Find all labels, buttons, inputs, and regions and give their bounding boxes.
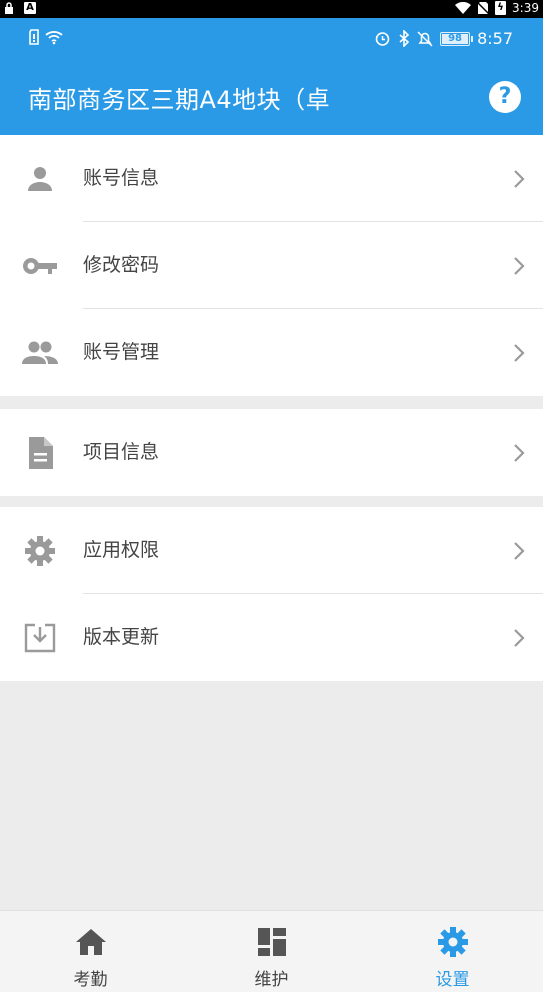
chevron-right-icon	[514, 170, 525, 188]
system-status-bar: A ϟ 3:39	[0, 0, 543, 18]
gear-icon	[436, 925, 470, 959]
sim-off-icon	[477, 1, 490, 15]
notification-a-icon: A	[24, 2, 36, 14]
chevron-right-icon	[514, 542, 525, 560]
row-label: 版本更新	[83, 626, 160, 648]
key-icon	[22, 250, 58, 282]
wifi-icon	[455, 2, 472, 14]
row-project-info[interactable]: 项目信息	[0, 409, 543, 496]
tab-settings[interactable]: 设置	[362, 911, 543, 992]
tab-attendance[interactable]: 考勤	[0, 911, 181, 992]
alarm-icon	[375, 32, 390, 46]
tab-label: 维护	[254, 970, 289, 990]
dashboard-icon	[255, 925, 289, 959]
home-icon	[74, 925, 108, 959]
bluetooth-icon	[399, 30, 410, 47]
row-app-permissions[interactable]: 应用权限	[0, 507, 543, 594]
battery-icon: 98	[440, 31, 474, 46]
tab-label: 设置	[435, 970, 470, 990]
tab-maintenance[interactable]: 维护	[181, 911, 362, 992]
settings-group-app: 应用权限 版本更新	[0, 507, 543, 681]
row-label: 项目信息	[83, 441, 160, 463]
row-label: 账号信息	[83, 167, 160, 189]
tab-label: 考勤	[73, 970, 108, 990]
help-button[interactable]: ?	[489, 81, 521, 113]
page-title: 南部商务区三期A4地块（卓	[28, 86, 331, 114]
lock-icon	[5, 2, 13, 14]
row-version-update[interactable]: 版本更新	[0, 594, 543, 681]
row-label: 应用权限	[83, 539, 160, 561]
bell-off-icon	[417, 31, 433, 47]
document-icon	[22, 437, 58, 469]
row-label: 账号管理	[83, 341, 160, 363]
sim-icon	[29, 29, 39, 45]
download-icon	[22, 622, 58, 654]
wifi-icon	[45, 31, 63, 45]
inner-status-bar: 98 8:57	[0, 18, 543, 58]
settings-group-account: 账号信息 修改密码 账号管理	[0, 135, 543, 396]
row-account-management[interactable]: 账号管理	[0, 309, 543, 396]
row-label: 修改密码	[83, 254, 160, 276]
status-time: 8:57	[477, 29, 513, 48]
app-header: 98 8:57 南部商务区三期A4地块（卓 ?	[0, 18, 543, 135]
chevron-right-icon	[514, 344, 525, 362]
person-icon	[22, 163, 58, 195]
row-change-password[interactable]: 修改密码	[0, 222, 543, 309]
chevron-right-icon	[514, 444, 525, 462]
row-account-info[interactable]: 账号信息	[0, 135, 543, 222]
bottom-tab-bar: 考勤 维护 设置	[0, 910, 543, 992]
chevron-right-icon	[514, 257, 525, 275]
battery-charging-icon: ϟ	[495, 1, 507, 15]
people-icon	[22, 337, 58, 369]
gear-icon	[22, 535, 58, 567]
system-time: 3:39	[512, 1, 539, 15]
chevron-right-icon	[514, 629, 525, 647]
battery-level: 98	[442, 33, 469, 44]
settings-group-project: 项目信息	[0, 409, 543, 496]
